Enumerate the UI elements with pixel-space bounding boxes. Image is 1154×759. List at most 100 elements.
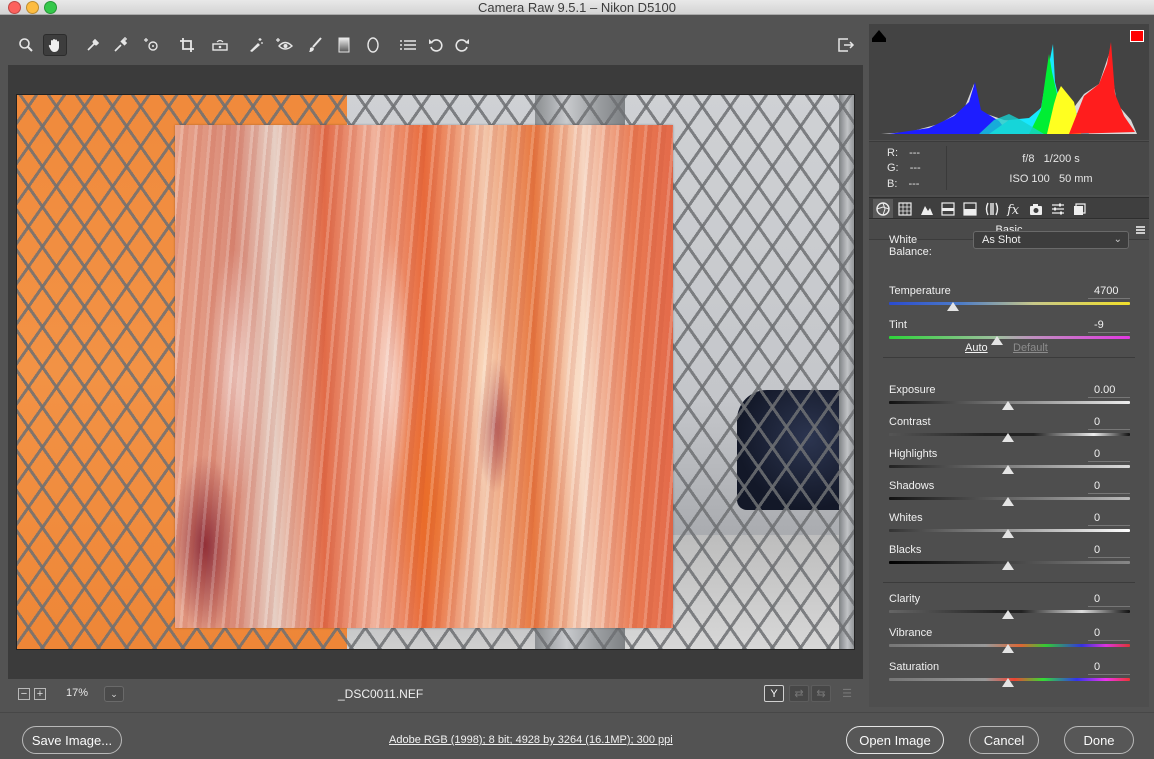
saturation-label: Saturation (889, 661, 940, 673)
shadows-value[interactable]: 0 (1088, 480, 1130, 494)
red-eye-icon (276, 38, 294, 50)
clarity-label: Clarity (889, 593, 921, 605)
copy-settings-button[interactable]: ⇆ (811, 685, 831, 702)
exposure-slider[interactable]: Exposure 0.00 (889, 384, 1130, 412)
targeted-adjustment-tool[interactable] (139, 34, 163, 56)
clarity-thumb[interactable] (1002, 610, 1014, 619)
section-divider-2 (883, 582, 1135, 583)
temperature-slider[interactable]: Temperature 4700 (889, 285, 1130, 313)
blacks-value[interactable]: 0 (1088, 544, 1130, 558)
level-icon (212, 39, 228, 51)
hand-tool[interactable] (43, 34, 67, 56)
fullscreen-toggle[interactable] (834, 34, 858, 56)
basic-sliders: Temperature 4700 Tint -9 Auto Default Ex… (869, 0, 1149, 759)
shadows-thumb[interactable] (1002, 497, 1014, 506)
swap-settings-button[interactable]: ⇄ (789, 685, 809, 702)
blacks-thumb[interactable] (1002, 561, 1014, 570)
painting-canvas (175, 125, 673, 628)
zoom-out-button[interactable]: − (18, 688, 30, 700)
saturation-thumb[interactable] (1002, 678, 1014, 687)
spot-removal-icon (250, 38, 263, 52)
tint-slider[interactable]: Tint -9 (889, 319, 1130, 347)
zoom-level-dropdown[interactable]: ⌄ (104, 686, 124, 702)
exposure-thumb[interactable] (1002, 401, 1014, 410)
contrast-label: Contrast (889, 416, 931, 428)
contrast-slider[interactable]: Contrast 0 (889, 416, 1130, 444)
saturation-value[interactable]: 0 (1088, 661, 1130, 675)
hand-icon (48, 39, 59, 52)
image-preview[interactable] (16, 94, 855, 650)
whites-thumb[interactable] (1002, 529, 1014, 538)
crop-icon (180, 38, 194, 52)
saturation-slider[interactable]: Saturation 0 (889, 661, 1130, 689)
radial-filter-tool[interactable] (361, 34, 385, 56)
rotate-left-icon (429, 39, 443, 52)
color-sampler-tool[interactable] (109, 34, 133, 56)
vibrance-value[interactable]: 0 (1088, 627, 1130, 641)
highlights-thumb[interactable] (1002, 465, 1014, 474)
zoom-level: 17% (66, 687, 89, 699)
contrast-thumb[interactable] (1002, 433, 1014, 442)
highlights-value[interactable]: 0 (1088, 448, 1130, 462)
zoom-in-button[interactable]: + (34, 688, 46, 700)
highlights-label: Highlights (889, 448, 938, 460)
vibrance-label: Vibrance (889, 627, 933, 639)
spot-removal-tool[interactable] (244, 34, 268, 56)
tint-track[interactable] (889, 336, 1130, 339)
auto-button[interactable]: Auto (965, 342, 988, 354)
rotate-right-icon (455, 39, 469, 52)
rotate-ccw-tool[interactable] (424, 34, 448, 56)
eyedropper-icon (87, 38, 100, 51)
temperature-track[interactable] (889, 302, 1130, 305)
image-preview-area[interactable] (8, 65, 863, 679)
blacks-slider[interactable]: Blacks 0 (889, 544, 1130, 572)
magnifier-icon (19, 38, 33, 52)
contrast-value[interactable]: 0 (1088, 416, 1130, 430)
clarity-value[interactable]: 0 (1088, 593, 1130, 607)
vibrance-thumb[interactable] (1002, 644, 1014, 653)
cancel-button[interactable]: Cancel (969, 726, 1039, 754)
straighten-tool[interactable] (208, 34, 232, 56)
highlights-slider[interactable]: Highlights 0 (889, 448, 1130, 476)
radial-filter-icon (367, 37, 379, 53)
graduated-filter-tool[interactable] (332, 34, 356, 56)
bottom-bar: Save Image... Adobe RGB (1998); 8 bit; 4… (0, 712, 1154, 759)
preview-mode-button[interactable]: Y (764, 685, 784, 702)
preview-footer: − + 17% ⌄ _DSC0011.NEF Y ⇄ ⇆ ☰ (8, 683, 863, 705)
adjustment-brush-tool[interactable] (303, 34, 327, 56)
whites-value[interactable]: 0 (1088, 512, 1130, 526)
rotate-cw-tool[interactable] (450, 34, 474, 56)
whites-slider[interactable]: Whites 0 (889, 512, 1130, 540)
color-sampler-icon (114, 37, 128, 52)
temperature-value[interactable]: 4700 (1088, 285, 1130, 299)
tint-value[interactable]: -9 (1088, 319, 1130, 333)
crop-tool[interactable] (176, 34, 200, 56)
section-divider (883, 357, 1135, 358)
file-name: _DSC0011.NEF (338, 687, 424, 701)
whites-label: Whites (889, 512, 923, 524)
shadows-label: Shadows (889, 480, 935, 492)
preferences-tool[interactable] (396, 34, 420, 56)
save-image-button[interactable]: Save Image... (22, 726, 122, 754)
target-adjust-icon (144, 38, 158, 51)
list-icon (400, 40, 416, 50)
zoom-tool[interactable] (14, 34, 38, 56)
default-button[interactable]: Default (1013, 342, 1048, 354)
temperature-thumb[interactable] (947, 302, 959, 311)
exposure-label: Exposure (889, 384, 936, 396)
tint-label: Tint (889, 319, 907, 331)
shadows-slider[interactable]: Shadows 0 (889, 480, 1130, 508)
done-button[interactable]: Done (1064, 726, 1134, 754)
red-eye-tool[interactable] (273, 34, 297, 56)
temperature-label: Temperature (889, 285, 951, 297)
workflow-options-link[interactable]: Adobe RGB (1998); 8 bit; 4928 by 3264 (1… (389, 734, 673, 746)
exposure-value[interactable]: 0.00 (1088, 384, 1130, 398)
open-image-button[interactable]: Open Image (846, 726, 944, 754)
brush-icon (309, 37, 322, 52)
tint-thumb[interactable] (991, 336, 1003, 345)
camera-raw-window: Camera Raw 9.5.1 – Nikon D5100 − + 17% ⌄… (0, 0, 1154, 759)
vibrance-slider[interactable]: Vibrance 0 (889, 627, 1130, 655)
preview-preferences-button[interactable]: ☰ (837, 685, 857, 702)
clarity-slider[interactable]: Clarity 0 (889, 593, 1130, 621)
white-balance-tool[interactable] (81, 34, 105, 56)
